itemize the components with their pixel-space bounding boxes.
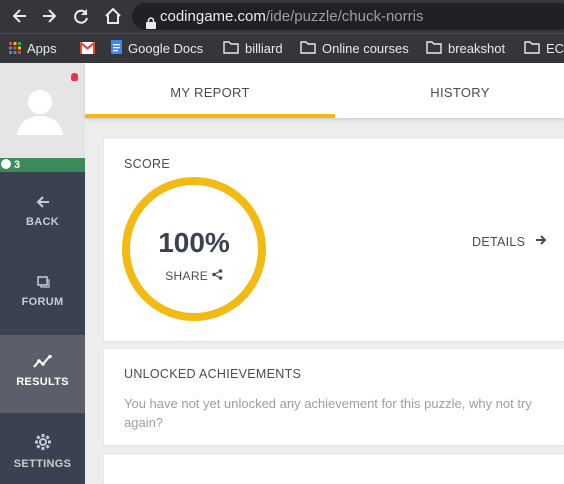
tab-label: MY REPORT <box>170 85 250 100</box>
forum-icon <box>36 276 50 292</box>
avatar[interactable] <box>0 63 85 158</box>
arrow-right-icon <box>535 235 547 249</box>
bookmarks-bar: Apps Google Docs billiard Online courses… <box>0 33 564 63</box>
back-arrow-icon[interactable] <box>10 6 30 26</box>
address-bar[interactable]: codingame.com/ide/puzzle/chuck-norris <box>132 3 564 30</box>
sidebar-item-label: SETTINGS <box>13 458 72 470</box>
sidebar-item-back[interactable]: BACK <box>0 195 85 228</box>
level-value: 3 <box>14 159 21 171</box>
sidebar-item-label: BACK <box>26 216 59 228</box>
google-docs-icon <box>111 40 122 59</box>
folder-icon <box>426 40 442 59</box>
bookmark-label: Online courses <box>322 41 409 56</box>
share-button[interactable]: SHARE <box>130 269 258 283</box>
apps-grid-icon <box>9 41 21 59</box>
url-host: codingame.com <box>160 8 266 25</box>
lock-icon <box>146 11 156 29</box>
bookmark-label: Apps <box>27 41 57 56</box>
score-value: 100% <box>158 227 230 258</box>
sidebar-item-label: FORUM <box>21 296 64 308</box>
url-path: /ide/puzzle/chuck-norris <box>265 8 424 25</box>
notification-bell-icon[interactable] <box>71 73 78 81</box>
tab-history[interactable]: HISTORY <box>335 63 564 118</box>
bookmark-online-courses[interactable]: Online courses <box>300 40 409 58</box>
folder-icon <box>300 40 316 59</box>
sidebar: 3 BACK FORUM RESULTS SETTINGS <box>0 63 85 484</box>
bookmark-gmail[interactable] <box>79 40 101 59</box>
folder-icon <box>524 40 540 59</box>
score-ring: 100% SHARE <box>122 177 266 321</box>
share-icon <box>211 269 223 283</box>
bookmark-label: Google Docs <box>128 41 204 56</box>
bookmark-label: breakshot <box>448 41 506 56</box>
tab-label: HISTORY <box>430 85 490 100</box>
report-tabs: MY REPORT HISTORY <box>85 63 564 118</box>
bookmark-breakshot[interactable]: breakshot <box>426 40 505 58</box>
bookmark-apps[interactable]: Apps <box>9 40 57 58</box>
sidebar-item-settings[interactable]: SETTINGS <box>0 433 85 470</box>
details-label: DETAILS <box>472 235 526 249</box>
tab-my-report[interactable]: MY REPORT <box>85 63 335 118</box>
bookmark-billiard[interactable]: billiard <box>223 40 283 58</box>
bookmark-ec[interactable]: EC <box>524 40 564 58</box>
sidebar-item-forum[interactable]: FORUM <box>0 275 85 308</box>
details-link[interactable]: DETAILS <box>472 234 547 249</box>
gmail-icon <box>79 41 96 59</box>
score-title: SCORE <box>124 157 170 171</box>
active-tab-indicator <box>85 114 335 118</box>
results-chart-icon <box>32 354 53 372</box>
folder-icon <box>223 40 239 59</box>
sidebar-item-results[interactable]: RESULTS <box>0 335 85 413</box>
achievements-title: UNLOCKED ACHIEVEMENTS <box>124 367 302 381</box>
level-icon <box>1 159 11 169</box>
bookmark-label: billiard <box>245 41 283 56</box>
share-label: SHARE <box>165 269 209 283</box>
bookmark-label: EC <box>546 41 564 56</box>
bookmark-google-docs[interactable]: Google Docs <box>111 40 203 58</box>
browser-toolbar: codingame.com/ide/puzzle/chuck-norris <box>0 0 564 33</box>
reload-icon[interactable] <box>71 6 91 26</box>
home-icon[interactable] <box>103 6 123 26</box>
next-card <box>104 455 564 484</box>
forward-arrow-icon[interactable] <box>39 6 59 26</box>
back-arrow-icon <box>35 196 51 212</box>
gear-icon <box>34 434 52 454</box>
achievements-message: You have not yet unlocked any achievemen… <box>124 396 532 430</box>
level-badge: 3 <box>0 158 85 172</box>
sidebar-item-label: RESULTS <box>16 376 69 388</box>
